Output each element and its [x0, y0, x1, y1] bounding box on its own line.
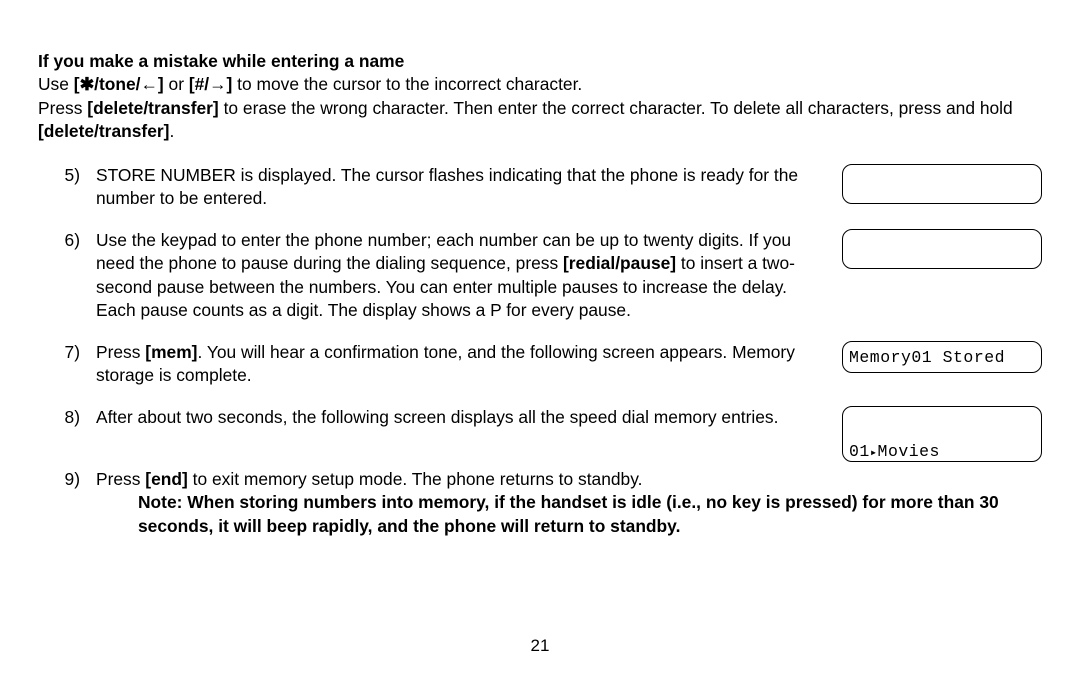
key-star-tone-left: [✱/tone/←] — [74, 74, 164, 94]
intro-line-2: Press [delete/transfer] to erase the wro… — [38, 97, 1042, 144]
star-glyph: ✱ — [80, 74, 95, 94]
step-5-row: 5) STORE NUMBER is displayed. The cursor… — [38, 164, 1042, 211]
step-text: Press — [96, 469, 145, 489]
key-delete-transfer: [delete/transfer] — [87, 98, 218, 118]
note-text: Note: When storing numbers into memory, … — [138, 492, 999, 535]
step-number: 6) — [38, 229, 80, 252]
arrow-right-icon: → — [209, 73, 226, 96]
intro-heading: If you make a mistake while entering a n… — [38, 50, 1042, 73]
intro-text: to move the cursor to the incorrect char… — [232, 74, 582, 94]
lcd-entry-num: 01 — [849, 442, 870, 461]
lcd-screen-8: 01▸Movies 02 JOHN DOE 03 MOM AND DAD — [842, 406, 1042, 462]
intro-text: to erase the wrong character. Then enter… — [219, 98, 1013, 118]
lcd-line-1: Memory01 Stored — [849, 349, 1005, 366]
lcd-entry-name: Movies — [878, 442, 940, 461]
key-redial-pause: [redial/pause] — [563, 253, 676, 273]
step-6-text: Use the keypad to enter the phone number… — [96, 229, 826, 323]
key-mem: [mem] — [145, 342, 197, 362]
intro-text: or — [164, 74, 189, 94]
step-7-text: Press [mem]. You will hear a confirmatio… — [96, 341, 826, 388]
page-number: 21 — [0, 635, 1080, 658]
arrow-left-icon: ← — [141, 73, 158, 96]
step-8-text: After about two seconds, the following s… — [96, 406, 826, 429]
lcd-display: 01▸Movies 02 JOHN DOE 03 MOM AND DAD — [842, 406, 1042, 462]
intro-text: Press — [38, 98, 87, 118]
key-text: /tone/ — [94, 74, 140, 94]
intro-text: . — [169, 121, 174, 141]
key-hash-right: [#/→] — [189, 74, 232, 94]
manual-page: If you make a mistake while entering a n… — [0, 0, 1080, 688]
mistake-intro: If you make a mistake while entering a n… — [38, 50, 1042, 144]
key-text: [#/ — [189, 74, 209, 94]
lcd-line-1: Store Number — [849, 203, 1035, 204]
lcd-display: Store Number — [842, 164, 1042, 204]
step-6-row: 6) Use the keypad to enter the phone num… — [38, 229, 1042, 323]
lcd-screen-5: Store Number — [842, 164, 1042, 204]
step-number: 5) — [38, 164, 80, 187]
step-7-row: 7) Press [mem]. You will hear a confirma… — [38, 341, 1042, 388]
lcd-screen-6: Store Number 8007303456 — [842, 229, 1042, 269]
step-text: Press — [96, 342, 145, 362]
step-9-note: Note: When storing numbers into memory, … — [96, 491, 1042, 538]
step-text: to exit memory setup mode. The phone ret… — [188, 469, 643, 489]
lcd-line-1: Store Number — [849, 268, 1035, 269]
step-5-text: STORE NUMBER is displayed. The cursor fl… — [96, 164, 826, 211]
lcd-display: Store Number 8007303456 — [842, 229, 1042, 269]
step-number: 7) — [38, 341, 80, 364]
key-end: [end] — [145, 469, 188, 489]
lcd-line-1: 01▸Movies — [849, 443, 1035, 460]
step-9-note-row: Note: When storing numbers into memory, … — [38, 491, 1042, 538]
intro-line-1: Use [✱/tone/←] or [#/→] to move the curs… — [38, 73, 1042, 96]
intro-text: Use — [38, 74, 74, 94]
indent-spacer — [38, 491, 80, 538]
key-delete-transfer: [delete/transfer] — [38, 121, 169, 141]
step-9-text: Press [end] to exit memory setup mode. T… — [96, 468, 1042, 491]
lcd-display: Memory01 Stored — [842, 341, 1042, 373]
step-number: 8) — [38, 406, 80, 429]
triangle-right-icon: ▸ — [870, 447, 878, 460]
step-number: 9) — [38, 468, 80, 491]
lcd-screen-7: Memory01 Stored — [842, 341, 1042, 373]
step-text: . You will hear a confirmation tone, and… — [96, 342, 795, 385]
step-8-row: 8) After about two seconds, the followin… — [38, 406, 1042, 462]
step-9-row: 9) Press [end] to exit memory setup mode… — [38, 468, 1042, 491]
